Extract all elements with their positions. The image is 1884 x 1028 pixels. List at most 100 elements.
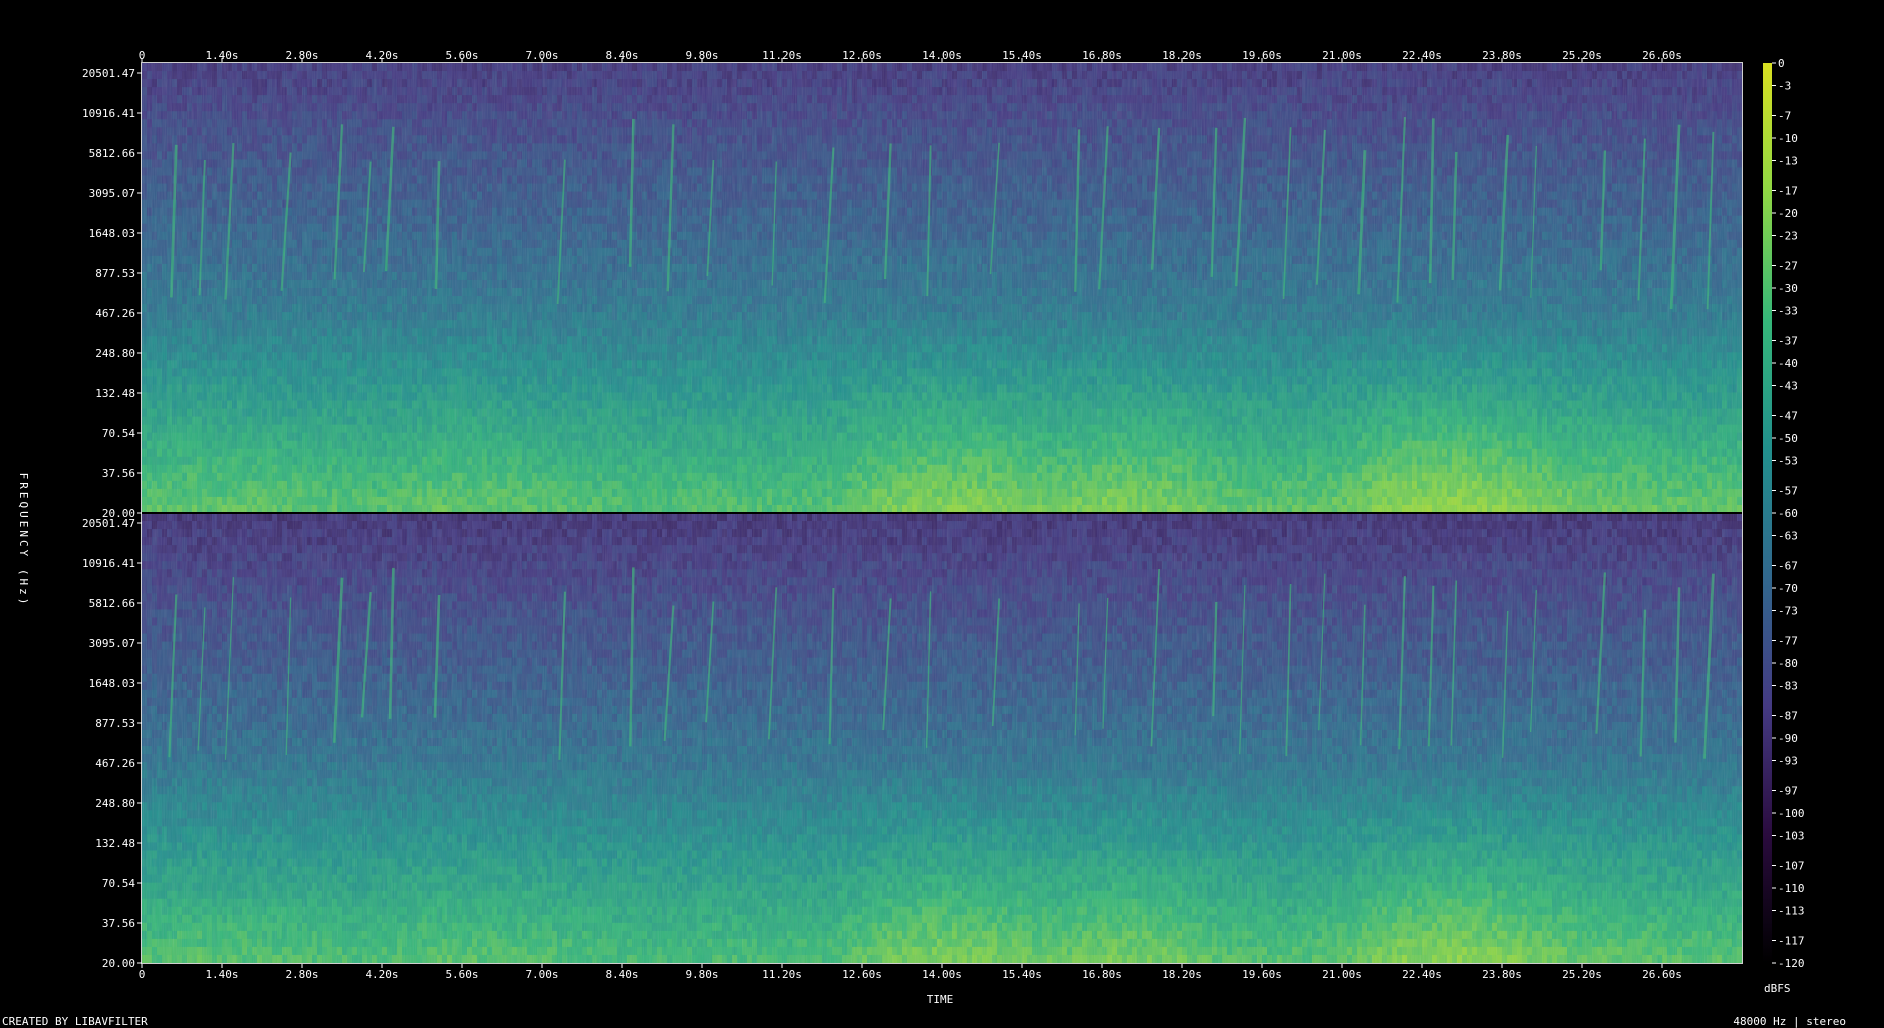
colorbar-tick-label: -87 — [1778, 710, 1798, 723]
y-tick-label: 467.26 — [95, 757, 135, 770]
x-tick-label: 8.40s — [605, 968, 638, 981]
colorbar-ticks: 0 -3 -7 -10 -13 -17 -20 -23 -27 -30 -33 -37 -40 -43 -4… — [1772, 57, 1805, 970]
y-tick-label: 70.54 — [102, 877, 135, 890]
footer-stream-info: 48000 Hz | stereo — [1733, 1015, 1846, 1028]
y-tick-label: 10916.41 — [82, 557, 135, 570]
colorbar-tick-label: -10 — [1778, 132, 1798, 145]
y-tick-label: 248.80 — [95, 347, 135, 360]
y-tick-label: 70.54 — [102, 427, 135, 440]
y-tick-label: 1648.03 — [89, 227, 135, 240]
x-tick-label: 16.80s — [1082, 49, 1122, 62]
colorbar-tick-label: -103 — [1778, 830, 1805, 843]
colorbar-tick-label: -100 — [1778, 807, 1805, 820]
y-tick-label: 877.53 — [95, 267, 135, 280]
x-tick-label: 1.40s — [205, 968, 238, 981]
x-tick-label: 15.40s — [1002, 49, 1042, 62]
x-tick-label: 5.60s — [445, 49, 478, 62]
colorbar-tick-label: -20 — [1778, 207, 1798, 220]
colorbar-tick-label: -47 — [1778, 410, 1798, 423]
colorbar-tick-label: -73 — [1778, 605, 1798, 618]
colorbar-tick-label: -37 — [1778, 335, 1798, 348]
colorbar-tick-label: -90 — [1778, 732, 1798, 745]
colorbar-tick-label: -63 — [1778, 530, 1798, 543]
spectrogram-panels — [141, 62, 1743, 964]
x-tick-label: 19.60s — [1242, 968, 1282, 981]
y-tick-label: 10916.41 — [82, 107, 135, 120]
colorbar-tick-label: 0 — [1778, 57, 1785, 70]
colorbar-tick-label: -13 — [1778, 155, 1798, 168]
colorbar-tick-label: -77 — [1778, 635, 1798, 648]
x-tick-label: 23.80s — [1482, 49, 1522, 62]
x-tick-label: 21.00s — [1322, 968, 1362, 981]
colorbar-unit-label: dBFS — [1764, 982, 1791, 995]
colorbar-tick-label: -117 — [1778, 935, 1805, 948]
panel-grain — [142, 513, 1742, 963]
y-tick-label: 877.53 — [95, 717, 135, 730]
colorbar-tick-label: -60 — [1778, 507, 1798, 520]
x-tick-label: 25.20s — [1562, 49, 1602, 62]
panel-grain — [142, 63, 1742, 513]
colorbar-tick-label: -113 — [1778, 905, 1805, 918]
x-tick-label: 9.80s — [685, 968, 718, 981]
spectrogram-chart: 0 1.40s 2.80s 4.20s 5.60s 7.00s 8.40s 9.80s 11.2… — [2, 49, 1846, 1028]
colorbar-tick-label: -120 — [1778, 957, 1805, 970]
spectrogram-panel-bottom — [142, 513, 1743, 964]
x-tick-label: 0 — [139, 49, 146, 62]
x-tick-label: 14.00s — [922, 49, 962, 62]
colorbar-tick-label: -97 — [1778, 785, 1798, 798]
colorbar-tick-label: -17 — [1778, 185, 1798, 198]
x-tick-label: 23.80s — [1482, 968, 1522, 981]
y-tick-label: 37.56 — [102, 917, 135, 930]
colorbar-tick-label: -33 — [1778, 305, 1798, 318]
x-tick-label: 8.40s — [605, 49, 638, 62]
x-axis-label: TIME — [927, 993, 954, 1006]
y-axis-label: FREQUENCY (Hz) — [17, 473, 30, 608]
x-tick-label: 2.80s — [285, 968, 318, 981]
x-tick-label: 5.60s — [445, 968, 478, 981]
x-tick-label: 22.40s — [1402, 968, 1442, 981]
x-axis-ticks-bottom: 0 1.40s 2.80s 4.20s 5.60s 7.00s 8.40s 9.80s 11.2… — [139, 964, 1682, 981]
y-tick-label: 132.48 — [95, 387, 135, 400]
x-tick-label: 2.80s — [285, 49, 318, 62]
x-tick-label: 4.20s — [365, 49, 398, 62]
x-tick-label: 7.00s — [525, 968, 558, 981]
y-tick-label: 248.80 — [95, 797, 135, 810]
x-tick-label: 25.20s — [1562, 968, 1602, 981]
colorbar-tick-label: -27 — [1778, 260, 1798, 273]
colorbar-tick-label: -67 — [1778, 560, 1798, 573]
colorbar-tick-label: -7 — [1778, 110, 1791, 123]
colorbar-tick-label: -83 — [1778, 680, 1798, 693]
x-tick-label: 18.20s — [1162, 968, 1202, 981]
colorbar-tick-label: -93 — [1778, 755, 1798, 768]
x-tick-label: 11.20s — [762, 968, 802, 981]
x-tick-label: 9.80s — [685, 49, 718, 62]
y-tick-label: 20501.47 — [82, 517, 135, 530]
x-tick-label: 19.60s — [1242, 49, 1282, 62]
y-tick-label: 1648.03 — [89, 677, 135, 690]
x-tick-label: 7.00s — [525, 49, 558, 62]
colorbar-tick-label: -40 — [1778, 357, 1798, 370]
x-tick-label: 22.40s — [1402, 49, 1442, 62]
colorbar — [1763, 63, 1772, 963]
x-axis-ticks-top: 0 1.40s 2.80s 4.20s 5.60s 7.00s 8.40s 9.80s 11.2… — [139, 49, 1682, 62]
x-tick-label: 1.40s — [205, 49, 238, 62]
colorbar-tick-label: -50 — [1778, 432, 1798, 445]
x-tick-label: 26.60s — [1642, 49, 1682, 62]
spectrogram-panel-top — [142, 63, 1743, 514]
colorbar-tick-label: -110 — [1778, 882, 1805, 895]
colorbar-tick-label: -30 — [1778, 282, 1798, 295]
x-tick-label: 16.80s — [1082, 968, 1122, 981]
x-tick-label: 18.20s — [1162, 49, 1202, 62]
colorbar-strip — [1763, 63, 1772, 963]
x-tick-label: 15.40s — [1002, 968, 1042, 981]
y-tick-label: 37.56 — [102, 467, 135, 480]
x-tick-label: 12.60s — [842, 968, 882, 981]
y-tick-label: 5812.66 — [89, 147, 135, 160]
colorbar-tick-label: -53 — [1778, 455, 1798, 468]
colorbar-tick-label: -57 — [1778, 485, 1798, 498]
footer-created-by: CREATED BY LIBAVFILTER — [2, 1015, 148, 1028]
colorbar-tick-label: -3 — [1778, 80, 1791, 93]
y-tick-label: 3095.07 — [89, 637, 135, 650]
y-tick-label: 5812.66 — [89, 597, 135, 610]
y-tick-label: 3095.07 — [89, 187, 135, 200]
